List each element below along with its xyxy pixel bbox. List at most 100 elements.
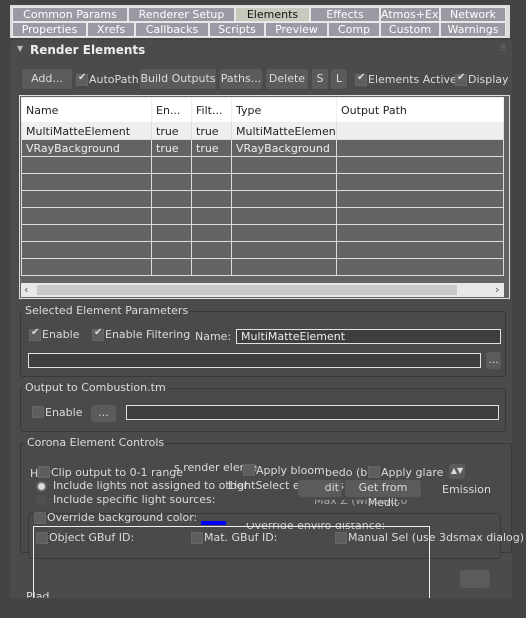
apply-bloom-label: Apply bloom xyxy=(256,464,325,477)
table-cell: MultiMatteElement xyxy=(21,122,152,140)
glitch-button[interactable] xyxy=(460,570,490,588)
clip-output-checkbox[interactable] xyxy=(38,466,50,478)
table-cell xyxy=(21,173,152,191)
table-cell: VRayBackground xyxy=(21,139,152,157)
mat-gbuf-checkbox[interactable] xyxy=(191,532,203,544)
tab-atmos-exp[interactable]: Atmos+Exp xyxy=(380,7,440,22)
override-bg-label: Override background color: xyxy=(47,511,198,524)
table-cell xyxy=(21,241,152,259)
drag-handle-icon[interactable]: ⠿ xyxy=(500,44,506,53)
spinner[interactable]: ▲▼ xyxy=(449,464,465,479)
get-from-medit-button[interactable]: Get from Medit xyxy=(345,480,421,509)
name-input[interactable]: MultiMatteElement xyxy=(236,329,501,344)
scroll-left-icon[interactable]: ‹ xyxy=(24,283,28,296)
table-cell xyxy=(191,207,232,225)
table-row[interactable]: MultiMatteElement true true MultiMatteEleme… xyxy=(21,122,504,140)
apply-glare-checkbox[interactable] xyxy=(368,466,380,478)
apply-bloom-checkbox[interactable] xyxy=(243,464,255,476)
tab-preview[interactable]: Preview xyxy=(265,22,328,37)
tab-warnings[interactable]: Warnings xyxy=(440,22,506,37)
include-specific-radio[interactable] xyxy=(36,495,47,506)
tab-custom[interactable]: Custom xyxy=(380,22,440,37)
elements-active-label: Elements Active xyxy=(368,73,457,86)
manual-sel-checkbox[interactable] xyxy=(335,532,347,544)
display-checkbox[interactable] xyxy=(455,72,467,86)
scroll-right-icon[interactable]: › xyxy=(495,283,499,296)
table-cell xyxy=(191,190,232,208)
elements-active-checkbox[interactable] xyxy=(355,72,367,86)
table-cell xyxy=(336,156,504,174)
table-cell xyxy=(336,139,504,157)
table-cell xyxy=(231,190,337,208)
output-path-input[interactable] xyxy=(28,353,481,368)
object-gbuf-checkbox[interactable] xyxy=(36,532,48,544)
column-header[interactable]: Filt... xyxy=(191,97,232,123)
table-cell xyxy=(231,156,337,174)
browse-output-button[interactable]: ... xyxy=(486,352,501,369)
tab-elements[interactable]: Elements xyxy=(235,7,310,22)
include-lights-radio[interactable] xyxy=(36,481,47,492)
horizontal-scrollbar[interactable]: ‹ › xyxy=(21,283,504,297)
table-cell xyxy=(336,241,504,259)
override-bg-checkbox[interactable] xyxy=(34,512,46,524)
delete-button[interactable]: Delete xyxy=(266,69,308,89)
table-row[interactable] xyxy=(21,224,504,242)
tab-xrefs[interactable]: Xrefs xyxy=(87,22,135,37)
table-row[interactable] xyxy=(21,190,504,208)
column-header[interactable]: Output Path xyxy=(336,97,504,123)
tab-effects[interactable]: Effects xyxy=(310,7,380,22)
table-cell xyxy=(336,207,504,225)
tab-network[interactable]: Network xyxy=(440,7,506,22)
table-cell xyxy=(231,173,337,191)
object-gbuf-label: Object GBuf ID: xyxy=(49,531,135,544)
column-header[interactable]: Type xyxy=(231,97,337,123)
manual-sel-label: Manual Sel (use 3dsmax dialog) xyxy=(348,531,525,544)
tab-common-params[interactable]: Common Params xyxy=(12,7,128,22)
column-header[interactable]: Name xyxy=(21,97,152,123)
rollout-title[interactable]: Render Elements xyxy=(30,43,145,57)
table-row[interactable] xyxy=(21,156,504,174)
apply-glare-label: Apply glare xyxy=(381,466,444,479)
combustion-path-input[interactable] xyxy=(126,405,499,420)
s-button[interactable]: S xyxy=(312,69,328,89)
scrollbar-thumb[interactable] xyxy=(37,285,457,295)
autopath-label: AutoPath xyxy=(89,73,139,86)
table-cell xyxy=(191,258,232,276)
tab-scripts[interactable]: Scripts xyxy=(209,22,265,37)
table-cell xyxy=(151,156,192,174)
autopath-checkbox[interactable] xyxy=(76,72,88,86)
combustion-enable-checkbox[interactable] xyxy=(32,406,44,418)
collapse-arrow-icon[interactable]: ▼ xyxy=(17,44,23,53)
clip-output-label: Clip output to 0-1 range xyxy=(51,466,184,479)
table-cell xyxy=(336,258,504,276)
build-outputs-button[interactable]: Build Outputs xyxy=(140,69,216,89)
enable-checkbox[interactable] xyxy=(29,327,41,341)
tab-properties[interactable]: Properties xyxy=(12,22,87,37)
medit-button[interactable]: dit xyxy=(298,480,342,497)
l-button[interactable]: L xyxy=(331,69,347,89)
table-cell xyxy=(21,224,152,242)
table-row[interactable]: VRayBackground true true VRayBackground xyxy=(21,139,504,157)
add-button[interactable]: Add... xyxy=(22,69,72,89)
table-row[interactable] xyxy=(21,207,504,225)
table-cell xyxy=(151,207,192,225)
table-cell xyxy=(151,190,192,208)
table-cell: true xyxy=(191,139,232,157)
bg-color-swatch[interactable] xyxy=(201,521,226,525)
table-cell xyxy=(191,156,232,174)
table-row[interactable] xyxy=(21,241,504,259)
enable-filtering-checkbox[interactable] xyxy=(92,327,104,341)
tab-comp[interactable]: Comp xyxy=(328,22,380,37)
tab-callbacks[interactable]: Callbacks xyxy=(135,22,209,37)
combustion-browse-button[interactable]: ... xyxy=(91,405,116,422)
table-row[interactable] xyxy=(21,258,504,276)
table-cell xyxy=(231,207,337,225)
include-specific-label: Include specific light sources: xyxy=(53,493,216,506)
mat-gbuf-label: Mat. GBuf ID: xyxy=(204,531,278,544)
display-label: Display xyxy=(468,73,509,86)
table-cell: MultiMatteElement xyxy=(231,122,337,140)
column-header[interactable]: En... xyxy=(151,97,192,123)
paths-button[interactable]: Paths... xyxy=(220,69,262,89)
table-row[interactable] xyxy=(21,173,504,191)
tab-renderer-setup[interactable]: Renderer Setup xyxy=(128,7,235,22)
